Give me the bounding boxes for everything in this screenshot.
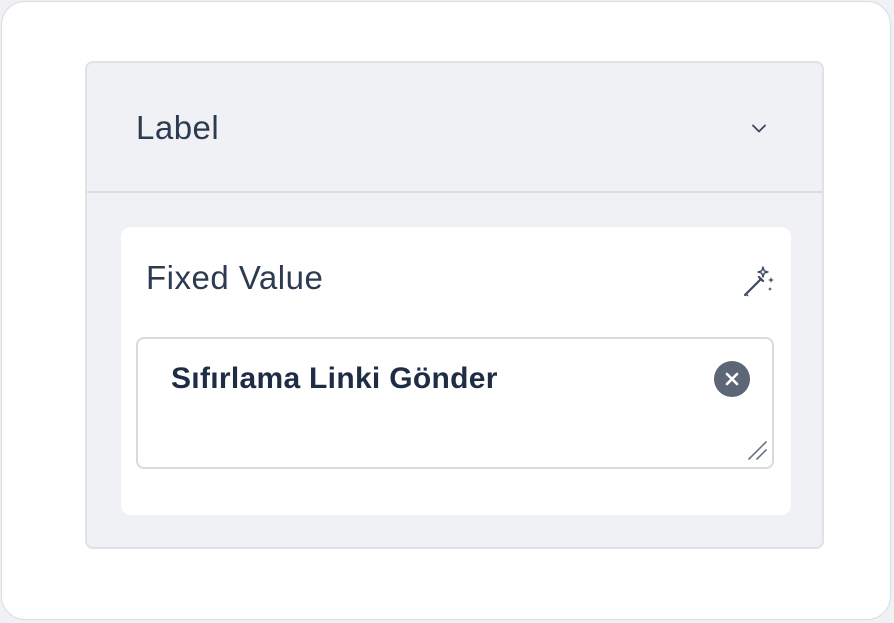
panel-title: Label (136, 109, 220, 146)
chevron-down-icon[interactable] (747, 117, 771, 141)
field-label: Fixed Value (146, 259, 324, 296)
magic-wand-icon[interactable] (741, 263, 777, 299)
fixed-value-card: Fixed Value Sıfırlama Linki Gönder (121, 227, 791, 515)
resize-handle-icon[interactable] (746, 439, 768, 461)
label-settings-panel: Label Fixed Value Sıfırlama Linki Gönder (85, 61, 824, 549)
panel-header[interactable]: Label (87, 63, 822, 193)
clear-button[interactable] (714, 361, 750, 397)
outer-frame: Label Fixed Value Sıfırlama Linki Gönder (1, 1, 891, 620)
fixed-value-text[interactable]: Sıfırlama Linki Gönder (171, 361, 498, 397)
fixed-value-textarea[interactable]: Sıfırlama Linki Gönder (136, 337, 774, 469)
close-icon (725, 372, 739, 386)
